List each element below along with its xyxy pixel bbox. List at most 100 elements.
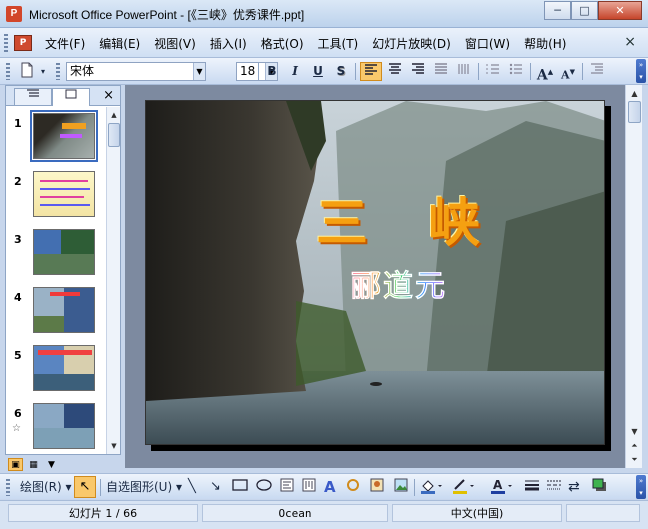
status-bar: 幻灯片 1 / 66 Ocean 中文(中国) [0,500,648,529]
drawing-toolbar: 绘图(R) ▾ ↖ 自选图形(U) ▾ ╲ ↘ A A ⇄ » ▾ [0,473,648,499]
slide-scroll-thumb[interactable] [628,101,641,123]
menu-tools[interactable]: 工具(T) [311,35,366,52]
current-slide[interactable]: 三峡 郦道元 [145,100,605,445]
normal-view-icon[interactable]: ▣ [8,458,23,471]
toolbar-grip-handle[interactable] [6,63,10,80]
draw-menu-button[interactable]: 绘图(R) ▾ [20,478,72,496]
diagram-icon[interactable] [346,478,360,496]
numbering-button[interactable] [482,62,504,81]
window-title: Microsoft Office PowerPoint - [《三峡》优秀课件.… [29,8,305,22]
italic-button[interactable]: I [285,62,305,81]
clipart-icon[interactable] [370,478,384,496]
bold-button[interactable]: B [262,62,282,81]
toolbar-divider [355,63,356,80]
slide-thumbnail-4[interactable]: 4 [6,285,106,337]
next-slide-icon[interactable]: ⏷ [628,453,641,466]
menu-view[interactable]: 视图(V) [147,35,203,52]
vertical-textbox-icon[interactable] [302,478,316,496]
chevron-down-icon[interactable]: ▼ [193,63,205,80]
menu-window[interactable]: 窗口(W) [458,35,517,52]
scroll-up-icon[interactable]: ▲ [108,109,120,121]
close-pane-button[interactable]: × [103,88,114,103]
align-center-button[interactable] [384,62,406,81]
scroll-down-icon[interactable]: ▼ [108,440,120,452]
toolbar-grip-handle-2[interactable] [56,63,60,80]
align-center-icon [389,63,401,74]
autoshapes-menu-button[interactable]: 自选图形(U) ▾ [106,478,182,496]
document-icon[interactable]: P [14,35,32,51]
fill-color-icon[interactable] [420,478,442,496]
slide-scrollbar[interactable]: ▲ ▼ ⏶ ⏷ [625,85,642,468]
slide-number: 1 [14,117,22,130]
slide-thumbnails: 1 2 3 4 5 6 ☆ [6,107,106,454]
menu-file[interactable]: 文件(F) [38,35,92,52]
slide-title[interactable]: 三峡 [316,181,540,256]
slide-thumbnail-6[interactable]: 6 ☆ [6,401,106,453]
menu-grip-handle[interactable] [4,34,8,52]
slideshow-icon[interactable]: ▼ [44,458,59,471]
shadow-button[interactable]: S [331,62,351,81]
new-document-icon[interactable] [16,62,38,81]
slide-thumbnail-5[interactable]: 5 [6,343,106,395]
toolbar-grip-handle[interactable] [6,479,10,496]
line-style-icon[interactable] [524,478,540,496]
menu-slideshow[interactable]: 幻灯片放映(D) [365,35,458,52]
font-color-icon[interactable]: A [490,478,512,496]
menu-edit[interactable]: 编辑(E) [92,35,147,52]
toolbar-overflow-icon[interactable]: » ▾ [636,59,646,83]
close-window-button[interactable]: ✕ [598,1,642,20]
powerpoint-app-icon[interactable]: P [6,6,22,22]
pane-scrollbar[interactable]: ▲ ▼ [106,107,120,454]
underline-button[interactable]: U [308,62,328,81]
rectangle-icon[interactable] [232,478,248,496]
oval-icon[interactable] [256,478,272,496]
wordart-icon[interactable]: A [324,478,336,496]
arrow-style-icon[interactable]: ⇄ [568,478,580,496]
slide-thumbnail-image [33,345,95,391]
menu-insert[interactable]: 插入(I) [203,35,254,52]
scroll-down-icon[interactable]: ▼ [628,425,641,438]
align-left-button[interactable] [360,62,382,81]
decrease-font-button[interactable]: A▼ [557,62,579,82]
menu-format[interactable]: 格式(O) [254,35,311,52]
tab-outline[interactable] [14,88,52,105]
textbox-icon[interactable] [280,478,294,496]
pane-tabs: × [6,86,120,106]
slide-thumbnail-3[interactable]: 3 [6,227,106,279]
slide-sorter-icon[interactable]: ▦ [26,458,41,471]
dash-style-icon[interactable] [546,478,562,496]
svg-text:A: A [493,478,503,492]
font-name-select[interactable]: 宋体 ▼ [66,62,206,81]
line-icon[interactable]: ╲ [188,478,196,496]
slide-thumbnail-2[interactable]: 2 [6,169,106,221]
bulleted-list-icon [509,63,522,75]
align-right-button[interactable] [407,62,429,81]
maximize-button[interactable]: □ [571,1,598,20]
shadow-style-icon[interactable] [592,478,608,496]
slide-thumbnail-1[interactable]: 1 [6,110,106,163]
line-color-icon[interactable] [452,478,474,496]
toolbar-overflow-icon[interactable]: » ▾ [636,475,646,499]
bullets-button[interactable] [505,62,527,81]
close-document-button[interactable]: × [624,34,636,50]
select-objects-icon[interactable]: ↖ [74,476,96,498]
pane-scroll-thumb[interactable] [108,123,120,147]
toolbar-divider [530,63,531,80]
arrow-icon[interactable]: ↘ [210,478,221,496]
distribute-button[interactable] [453,62,475,81]
toolbar-options-arrow-icon[interactable]: ▾ [38,62,48,81]
justify-button[interactable] [430,62,452,81]
slides-pane: × 1 2 3 4 5 6 ☆ ▲ ▼ [5,85,121,455]
increase-font-button[interactable]: A▲ [534,62,556,84]
minimize-button[interactable]: ─ [544,1,571,20]
animation-star-icon: ☆ [12,423,21,434]
tab-slides[interactable] [52,88,90,106]
slide-subtitle[interactable]: 郦道元 [351,261,447,305]
menu-items: 文件(F) 编辑(E) 视图(V) 插入(I) 格式(O) 工具(T) 幻灯片放… [38,28,573,58]
scroll-up-icon[interactable]: ▲ [628,87,641,100]
font-size-value: 18 [240,64,256,78]
previous-slide-icon[interactable]: ⏶ [628,439,641,452]
insert-picture-icon[interactable] [394,478,408,496]
menu-help[interactable]: 帮助(H) [517,35,573,52]
indent-button[interactable] [587,62,607,81]
